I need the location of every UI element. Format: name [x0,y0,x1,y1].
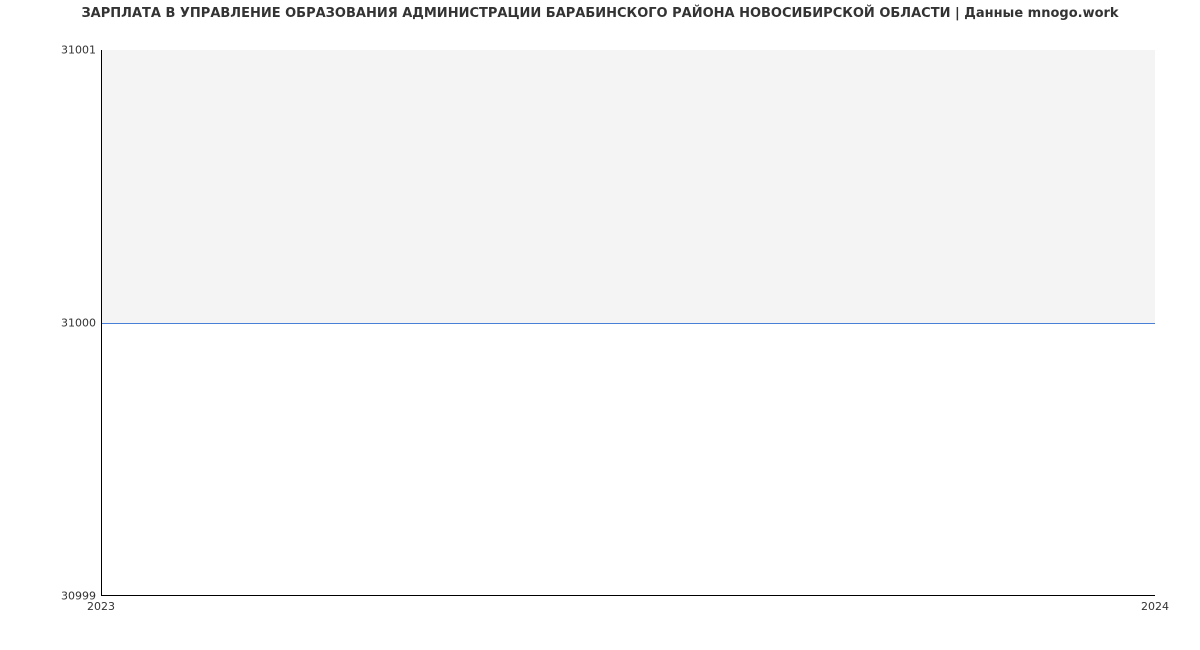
y-tick-label: 31001 [6,44,96,57]
y-tick-label: 30999 [6,590,96,603]
series-fill [102,50,1155,323]
series-line [102,323,1155,324]
y-tick-label: 31000 [6,317,96,330]
plot-area [101,50,1155,596]
salary-chart: ЗАРПЛАТА В УПРАВЛЕНИЕ ОБРАЗОВАНИЯ АДМИНИ… [0,0,1200,650]
chart-title: ЗАРПЛАТА В УПРАВЛЕНИЕ ОБРАЗОВАНИЯ АДМИНИ… [0,6,1200,21]
x-tick-label: 2024 [1141,600,1169,613]
x-tick-label: 2023 [87,600,115,613]
